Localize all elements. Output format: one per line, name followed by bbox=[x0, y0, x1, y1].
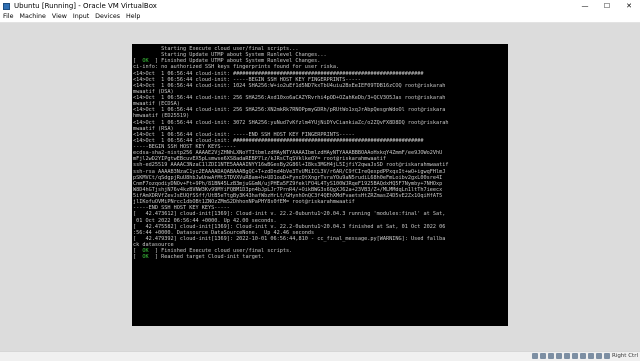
optical-drive-icon[interactable] bbox=[540, 353, 546, 359]
console-line: <14>Oct 1 06:56:44 cloud-init: #########… bbox=[133, 70, 424, 77]
console-output: Starting Execute cloud user/final script… bbox=[132, 44, 508, 260]
console-line: [ OK ] Finished Execute cloud user/final… bbox=[133, 248, 293, 255]
maximize-button[interactable]: ☐ bbox=[596, 0, 618, 12]
console-line: -----BEGIN SSH HOST KEY KEYS----- bbox=[133, 144, 237, 150]
console-line: Starting Execute cloud user/final script… bbox=[133, 46, 299, 52]
window-titlebar: Ubuntu [Running] - Oracle VM VirtualBox … bbox=[0, 0, 640, 12]
console-line: ck datasource bbox=[133, 242, 174, 248]
close-button[interactable]: ✕ bbox=[618, 0, 640, 12]
console-line: mwaatif (DSA) bbox=[133, 88, 174, 95]
console-line: [ OK ] Reached target Cloud-init target. bbox=[133, 254, 265, 261]
menu-bar: File Machine View Input Devices Help bbox=[0, 12, 640, 23]
console-line: ssh-ed25519 AAAAC3NzaC1lZDI1NTE5AAAAINYY… bbox=[133, 162, 449, 169]
console-line: [ 42.479392] cloud-init[1369]: 2022-10-0… bbox=[133, 235, 446, 242]
console-line: ci-info: no authorized SSH keys fingerpr… bbox=[133, 64, 340, 71]
network-icon[interactable] bbox=[556, 353, 562, 359]
recording-icon[interactable] bbox=[588, 353, 594, 359]
console-line: mwaatif (RSA) bbox=[133, 125, 174, 132]
console-line: <14>Oct 1 06:56:44 cloud-init: 256 SHA25… bbox=[133, 107, 446, 114]
mouse-integration-icon[interactable] bbox=[596, 353, 602, 359]
minimize-button[interactable]: — bbox=[574, 0, 596, 12]
keyboard-icon[interactable] bbox=[604, 353, 610, 359]
console-line: [ 42.475582] cloud-init[1369]: Cloud-ini… bbox=[133, 223, 446, 230]
virtualbox-app-icon bbox=[3, 2, 10, 10]
menu-input[interactable]: Input bbox=[73, 12, 89, 22]
shared-folders-icon[interactable] bbox=[572, 353, 578, 359]
console-line: 01 Oct 2022 06:56:44 +0000. Up 42.00 sec… bbox=[133, 217, 277, 224]
status-icons bbox=[530, 353, 610, 359]
menu-help[interactable]: Help bbox=[126, 12, 140, 22]
console-line: [ OK ] Finished Update UTMP about System… bbox=[133, 58, 321, 65]
menu-devices[interactable]: Devices bbox=[95, 12, 120, 22]
window-title: Ubuntu [Running] - Oracle VM VirtualBox bbox=[14, 2, 157, 10]
console-line: 5ifAmXDRVfZevJsEUQfSSff/UtB5eTtgBy3K43ha… bbox=[133, 193, 443, 199]
audio-icon[interactable] bbox=[548, 353, 554, 359]
console-line: ssh-rsa AAAAB3NzaC1yc2EAAAADAQABAAABgQC+… bbox=[133, 168, 446, 175]
display-icon[interactable] bbox=[580, 353, 586, 359]
console-line: [ 42.473612] cloud-init[1369]: Cloud-ini… bbox=[133, 211, 446, 218]
console-line: hmwaatif (ED25519) bbox=[133, 113, 190, 120]
console-line: <14>Oct 1 06:56:44 cloud-init: 3072 SHA2… bbox=[133, 119, 449, 126]
console-line: W8D4hGTjshjN76v4kzBVNW3Kv99MYiFQBM1D3pn4… bbox=[133, 186, 443, 193]
console-line: :56:44 +0000. Datasource DataSourceNone.… bbox=[133, 229, 315, 236]
console-line: Starting Update UTMP about System Runlev… bbox=[133, 52, 327, 59]
menu-view[interactable]: View bbox=[52, 12, 67, 22]
vm-console-screen[interactable]: Starting Execute cloud user/final script… bbox=[132, 44, 508, 326]
usb-icon[interactable] bbox=[564, 353, 570, 359]
console-line: CnmF7ozqodiyDNOv+Ft+9Ph/81BN45LzB3mjuGGm… bbox=[133, 180, 443, 187]
console-line: mwaatif (ECDSA) bbox=[133, 101, 180, 108]
menu-file[interactable]: File bbox=[3, 12, 14, 22]
console-line: <14>Oct 1 06:56:44 cloud-init: #########… bbox=[133, 137, 424, 144]
console-line: jlIKofuOVMiPNrcc1dbOBt1ZNOzZMmS2DhhonNPa… bbox=[133, 199, 355, 206]
console-line: <14>Oct 1 06:56:44 cloud-init: 256 SHA25… bbox=[133, 95, 446, 101]
menu-machine[interactable]: Machine bbox=[20, 12, 46, 22]
hard-disk-icon[interactable] bbox=[532, 353, 538, 359]
console-line: ecdsa-sha2-nistp256 AAAAE2VjZHNhLXNoYTIt… bbox=[133, 150, 443, 157]
window-controls: — ☐ ✕ bbox=[574, 0, 640, 12]
console-line: mFjl2wD2YIPgtwEBcuvEX5pLsmwse6XS8adaREBP… bbox=[133, 156, 386, 163]
console-line: pSKMVCt/qSdgpjRuU8hbJwUnwAfMtSTDVXVuR8am… bbox=[133, 174, 443, 181]
console-line: -----END SSH HOST KEY KEYS----- bbox=[133, 205, 230, 212]
console-line: <14>Oct 1 06:56:44 cloud-init: -----BEGI… bbox=[133, 76, 361, 83]
console-line: <14>Oct 1 06:56:44 cloud-init: 1024 SHA2… bbox=[133, 82, 446, 89]
console-line: <14>Oct 1 06:56:44 cloud-init: -----END … bbox=[133, 131, 355, 138]
